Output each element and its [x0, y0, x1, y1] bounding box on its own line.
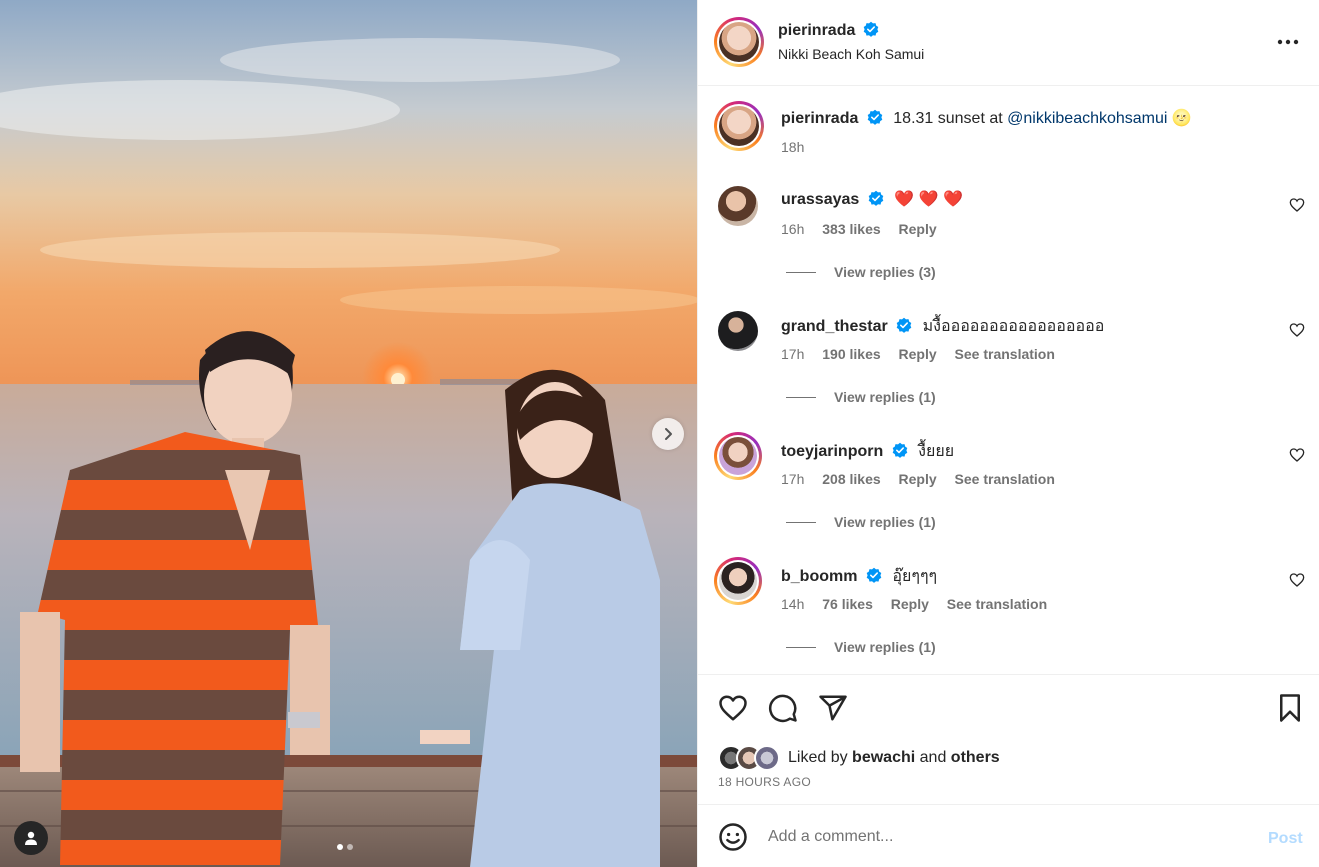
comment-time[interactable]: 17h [781, 471, 804, 487]
view-replies-label: View replies (3) [834, 264, 936, 280]
more-options-icon [1277, 39, 1299, 45]
comment-time[interactable]: 14h [781, 596, 804, 612]
post-actions: Liked by bewachi and others 18 HOURS AGO [698, 674, 1319, 804]
post-time-ago[interactable]: 18 HOURS AGO [718, 775, 811, 789]
post-modal: pierinrada Nikki Beach Koh Samui pierinr… [0, 0, 1319, 867]
comment-likes[interactable]: 383 likes [822, 221, 880, 237]
comment-row: urassayas ❤️ ❤️ ❤️ 16h 383 likes Reply V… [698, 184, 1319, 294]
comment-reply-button[interactable]: Reply [899, 221, 937, 237]
see-translation-button[interactable]: See translation [955, 471, 1055, 487]
verified-badge-icon [866, 567, 882, 583]
commenter-username[interactable]: b_boomm [781, 568, 857, 585]
see-translation-button[interactable]: See translation [955, 346, 1055, 362]
heart-icon[interactable] [718, 693, 748, 723]
liked-by-user[interactable]: bewachi [852, 749, 915, 767]
commenter-avatar[interactable] [718, 186, 758, 226]
view-replies-label: View replies (1) [834, 514, 936, 530]
more-options-button[interactable] [1276, 30, 1300, 54]
post-comment-button[interactable]: Post [1268, 830, 1303, 848]
view-replies-label: View replies (1) [834, 639, 936, 655]
verified-badge-icon [867, 109, 883, 125]
verified-badge-icon [892, 442, 907, 458]
comment-row: b_boomm อุ๊ยๆๆๆ 14h 76 likes Reply See t… [698, 557, 1319, 669]
post-location[interactable]: Nikki Beach Koh Samui [778, 46, 924, 62]
caption-row: pierinrada 18.31 sunset at @nikkibeachko… [698, 100, 1319, 160]
comment-text: งื้ยยย [918, 443, 955, 460]
comment-likes[interactable]: 208 likes [822, 471, 880, 487]
author-username[interactable]: pierinrada [778, 22, 855, 39]
comment-text: อุ๊ยๆๆๆ [892, 568, 938, 585]
caption-author-avatar[interactable] [714, 101, 764, 151]
view-replies-button[interactable]: View replies (3) [786, 264, 936, 280]
comment-composer: Post [698, 804, 1319, 867]
view-replies-button[interactable]: View replies (1) [786, 639, 936, 655]
commenter-username[interactable]: grand_thestar [781, 318, 888, 335]
caption-emoji: 🌝 [1171, 110, 1192, 127]
comment-input[interactable] [768, 825, 1238, 849]
comment-likes[interactable]: 190 likes [822, 346, 880, 362]
carousel-dot-active [337, 844, 343, 850]
view-replies-button[interactable]: View replies (1) [786, 514, 936, 530]
liked-by-row: Liked by bewachi and others [718, 745, 1000, 771]
caption-mention-link[interactable]: @nikkibeachkohsamui [1007, 110, 1167, 127]
liked-by-others[interactable]: others [951, 749, 1000, 767]
caption-time[interactable]: 18h [781, 139, 804, 155]
comment-row: toeyjarinporn งื้ยยย 17h 208 likes Reply… [698, 432, 1319, 544]
liker-avatar [754, 745, 780, 771]
comment-like-heart-icon[interactable] [1289, 572, 1305, 588]
verified-badge-icon [863, 21, 879, 37]
comment-time[interactable]: 17h [781, 346, 804, 362]
comment-reply-button[interactable]: Reply [899, 471, 937, 487]
share-icon[interactable] [818, 693, 848, 723]
comment-like-heart-icon[interactable] [1289, 322, 1305, 338]
comment-text: มงื้อออออออออออออออออ [922, 318, 1105, 335]
post-sidebar: pierinrada Nikki Beach Koh Samui pierinr… [697, 0, 1319, 867]
caption-text: 18.31 sunset at [893, 110, 1003, 127]
verified-badge-icon [896, 317, 912, 333]
commenter-avatar[interactable] [714, 557, 762, 605]
carousel-dot [347, 844, 353, 850]
comment-likes[interactable]: 76 likes [822, 596, 873, 612]
comments-list: pierinrada 18.31 sunset at @nikkibeachko… [698, 86, 1319, 674]
chevron-right-icon [665, 428, 672, 440]
liked-by-prefix: Liked by [788, 749, 848, 766]
comment-text: ❤️ ❤️ ❤️ [894, 191, 963, 208]
comment-like-heart-icon[interactable] [1289, 447, 1305, 463]
commenter-username[interactable]: toeyjarinporn [781, 443, 883, 460]
carousel-next-button[interactable] [652, 418, 684, 450]
commenter-username[interactable]: urassayas [781, 191, 859, 208]
caption-author-username[interactable]: pierinrada [781, 110, 858, 127]
tagged-users-button[interactable] [14, 821, 48, 855]
post-photo [0, 0, 697, 867]
comment-reply-button[interactable]: Reply [891, 596, 929, 612]
view-replies-label: View replies (1) [834, 389, 936, 405]
comment-row: grand_thestar มงื้อออออออออออออออออ 17h … [698, 309, 1319, 419]
comment-like-heart-icon[interactable] [1289, 197, 1305, 213]
comment-icon[interactable] [768, 693, 798, 723]
comment-reply-button[interactable]: Reply [899, 346, 937, 362]
verified-badge-icon [868, 190, 884, 206]
commenter-avatar[interactable] [714, 432, 762, 480]
commenter-avatar[interactable] [718, 311, 758, 351]
comment-time[interactable]: 16h [781, 221, 804, 237]
liked-by-and: and [919, 749, 947, 766]
post-header: pierinrada Nikki Beach Koh Samui [698, 0, 1319, 86]
liker-avatars[interactable] [718, 745, 784, 771]
user-tag-icon [25, 831, 37, 845]
emoji-icon[interactable] [718, 822, 748, 852]
carousel-indicator [337, 844, 353, 850]
view-replies-button[interactable]: View replies (1) [786, 389, 936, 405]
author-avatar[interactable] [714, 17, 764, 67]
bookmark-icon[interactable] [1275, 693, 1305, 723]
see-translation-button[interactable]: See translation [947, 596, 1047, 612]
sunset-photo-image [0, 0, 697, 867]
